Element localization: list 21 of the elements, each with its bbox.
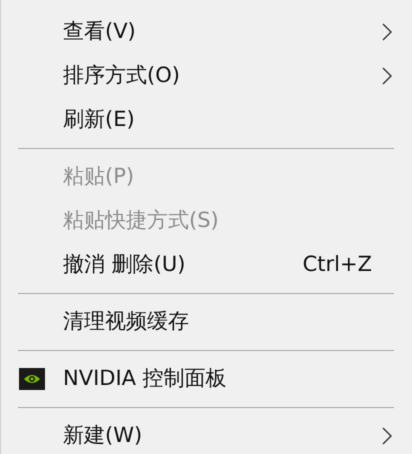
item-label: NVIDIA 控制面板 [63, 365, 228, 392]
item-label: 撤消 删除(U) [63, 251, 186, 278]
menu-item[interactable]: 清理视频缓存 [1, 300, 412, 344]
item-label: 查看(V) [63, 18, 137, 46]
eye-logo-icon [19, 368, 45, 390]
item-label: 清理视频缓存 [63, 308, 190, 336]
item-label: 粘贴快捷方式(S) [63, 207, 220, 234]
item-label: 粘贴(P) [63, 163, 136, 190]
menu-item[interactable]: 新建(W) [1, 414, 412, 454]
shortcut-text: Ctrl+Z [302, 251, 372, 278]
item-label: 排序方式(O) [63, 62, 181, 90]
menu-item[interactable]: NVIDIA 控制面板 [1, 357, 412, 401]
item-label: 新建(W) [63, 422, 144, 450]
menu-item[interactable]: 刷新(E) [1, 98, 412, 142]
chevron-right-icon [382, 427, 392, 445]
menu-item[interactable]: 查看(V) [1, 10, 412, 54]
menu-item[interactable]: 排序方式(O) [1, 54, 412, 98]
menu-item[interactable]: 撤消 删除(U) Ctrl+Z [1, 243, 412, 287]
item-label: 刷新(E) [63, 106, 136, 134]
chevron-right-icon [382, 23, 392, 41]
chevron-right-icon [382, 67, 392, 85]
